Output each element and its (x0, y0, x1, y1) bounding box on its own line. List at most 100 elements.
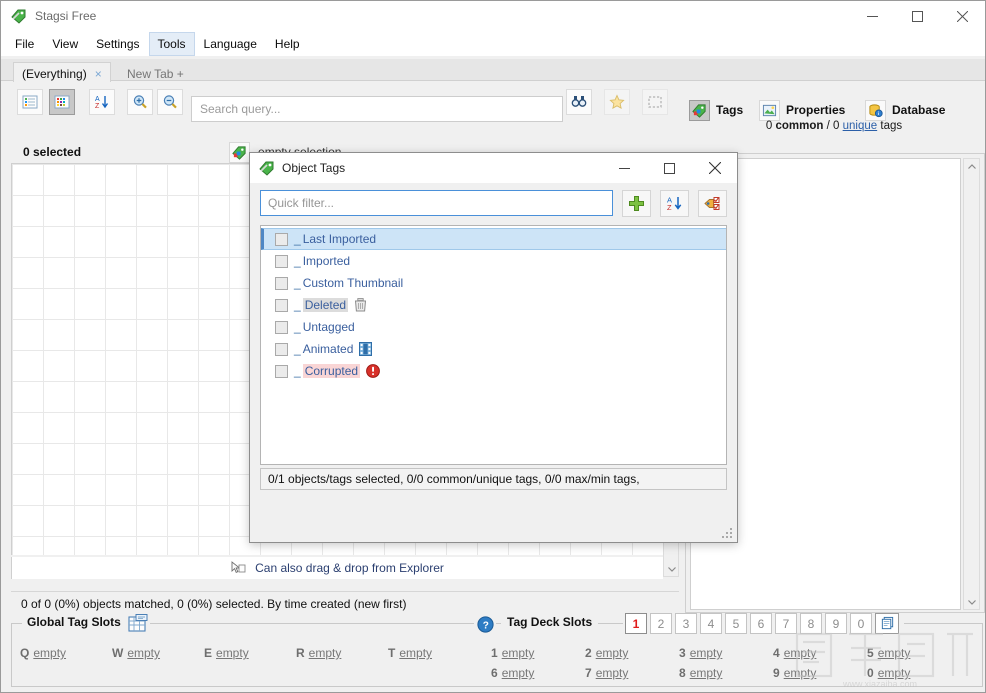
deck-tab-7[interactable]: 7 (775, 613, 797, 634)
tag-checkbox[interactable] (275, 342, 288, 356)
global-slot-q[interactable]: Q empty (20, 646, 82, 660)
tag-checkbox[interactable] (275, 276, 288, 290)
dialog-close-button[interactable] (692, 154, 737, 183)
deck-slot-6[interactable]: 6 empty (491, 666, 559, 680)
menu-language[interactable]: Language (195, 32, 266, 56)
sort-tags-button[interactable]: A Z (660, 190, 689, 217)
list-view-icon[interactable] (17, 89, 43, 115)
right-panel-scrollbar[interactable] (963, 158, 980, 610)
tag-deck-slots-panel: ? Tag Deck Slots 1 2 3 4 5 6 7 8 9 0 1 e… (471, 613, 983, 687)
tab-close-icon[interactable]: × (95, 67, 102, 81)
deck-tab-1[interactable]: 1 (625, 613, 647, 634)
global-slot-w[interactable]: W empty (112, 646, 174, 660)
dialog-tag-list[interactable]: _ Last Imported _ Imported _ Custom Thum… (260, 225, 727, 465)
find-icon[interactable] (566, 89, 592, 115)
tag-checkbox[interactable] (275, 232, 288, 246)
tag-prefix: _ (294, 232, 301, 246)
marquee-icon[interactable] (642, 89, 668, 115)
tag-row-animated[interactable]: _ Animated (261, 338, 726, 360)
selection-tags-icon[interactable] (229, 141, 251, 163)
deck-slot-4[interactable]: 4 empty (773, 646, 841, 660)
menu-tools[interactable]: Tools (148, 31, 195, 56)
tag-checkbox[interactable] (275, 254, 288, 268)
object-tags-dialog: Object Tags Quick filter... A Z _ Last I… (249, 152, 738, 543)
tag-checkbox[interactable] (275, 320, 288, 334)
deck-slot-8[interactable]: 8 empty (679, 666, 747, 680)
deck-slot-5[interactable]: 5 empty (867, 646, 935, 660)
resize-grip[interactable] (721, 527, 733, 539)
deck-slot-3[interactable]: 3 empty (679, 646, 747, 660)
slot-value[interactable]: empty (878, 666, 911, 680)
tag-row-imported[interactable]: _ Imported (261, 250, 726, 272)
tag-prefix: _ (294, 320, 301, 334)
slot-value[interactable]: empty (399, 646, 432, 660)
tab-tags[interactable]: Tags (689, 98, 743, 122)
slot-value[interactable]: empty (309, 646, 342, 660)
grid-view-icon[interactable] (49, 89, 75, 115)
deck-tab-0[interactable]: 0 (850, 613, 872, 634)
slots-grid-icon[interactable] (126, 612, 150, 634)
tab-properties[interactable]: Properties (759, 98, 845, 122)
slot-value[interactable]: empty (690, 646, 723, 660)
dialog-minimize-button[interactable] (602, 154, 647, 183)
help-icon[interactable]: ? (474, 613, 496, 635)
deck-tab-9[interactable]: 9 (825, 613, 847, 634)
scroll-down-icon[interactable] (964, 594, 979, 609)
unique-link[interactable]: unique (843, 120, 878, 132)
star-icon[interactable] (604, 89, 630, 115)
slot-value[interactable]: empty (33, 646, 66, 660)
dialog-maximize-button[interactable] (647, 154, 692, 183)
zoom-out-icon[interactable] (157, 89, 183, 115)
tag-row-deleted[interactable]: _ Deleted (261, 294, 726, 316)
grid-scroll-down-icon[interactable] (664, 561, 679, 576)
deck-tab-8[interactable]: 8 (800, 613, 822, 634)
tag-checkbox[interactable] (275, 364, 288, 378)
maximize-button[interactable] (895, 1, 940, 31)
close-button[interactable] (940, 1, 985, 31)
slot-value[interactable]: empty (596, 646, 629, 660)
tag-row-untagged[interactable]: _ Untagged (261, 316, 726, 338)
deck-slot-2[interactable]: 2 empty (585, 646, 653, 660)
quick-filter-input[interactable]: Quick filter... (260, 190, 613, 216)
global-slot-e[interactable]: E empty (204, 646, 266, 660)
tag-row-custom-thumbnail[interactable]: _ Custom Thumbnail (261, 272, 726, 294)
slot-value[interactable]: empty (502, 646, 535, 660)
minimize-button[interactable] (850, 1, 895, 31)
menu-settings[interactable]: Settings (87, 32, 148, 56)
deck-slot-9[interactable]: 9 empty (773, 666, 841, 680)
tag-row-last-imported[interactable]: _ Last Imported (261, 228, 726, 250)
scroll-up-icon[interactable] (964, 159, 979, 174)
deck-tab-2[interactable]: 2 (650, 613, 672, 634)
tag-label: Animated (302, 342, 354, 356)
deck-tab-6[interactable]: 6 (750, 613, 772, 634)
slot-value[interactable]: empty (216, 646, 249, 660)
menu-help[interactable]: Help (266, 32, 309, 56)
menu-view[interactable]: View (43, 32, 87, 56)
tab-database[interactable]: i Database (865, 98, 945, 122)
deck-tab-4[interactable]: 4 (700, 613, 722, 634)
sort-az-icon[interactable]: A Z (89, 89, 115, 115)
global-slot-r[interactable]: R empty (296, 646, 358, 660)
slot-value[interactable]: empty (784, 646, 817, 660)
deck-tab-3[interactable]: 3 (675, 613, 697, 634)
tab-everything[interactable]: (Everything) × (13, 62, 111, 84)
deck-tab-5[interactable]: 5 (725, 613, 747, 634)
menu-file[interactable]: File (6, 32, 43, 56)
zoom-in-icon[interactable] (127, 89, 153, 115)
tag-options-button[interactable] (698, 190, 727, 217)
deck-slot-0[interactable]: 0 empty (867, 666, 935, 680)
tag-checkbox[interactable] (275, 298, 288, 312)
slot-value[interactable]: empty (690, 666, 723, 680)
slot-value[interactable]: empty (127, 646, 160, 660)
slot-value[interactable]: empty (784, 666, 817, 680)
deck-slot-1[interactable]: 1 empty (491, 646, 559, 660)
deck-slot-7[interactable]: 7 empty (585, 666, 653, 680)
add-tag-button[interactable] (622, 190, 651, 217)
slot-value[interactable]: empty (502, 666, 535, 680)
global-slot-t[interactable]: T empty (388, 646, 450, 660)
search-input[interactable]: Search query... (191, 96, 563, 122)
slot-value[interactable]: empty (878, 646, 911, 660)
copy-decks-icon[interactable] (875, 613, 899, 634)
tag-row-corrupted[interactable]: _ Corrupted (261, 360, 726, 382)
slot-value[interactable]: empty (596, 666, 629, 680)
